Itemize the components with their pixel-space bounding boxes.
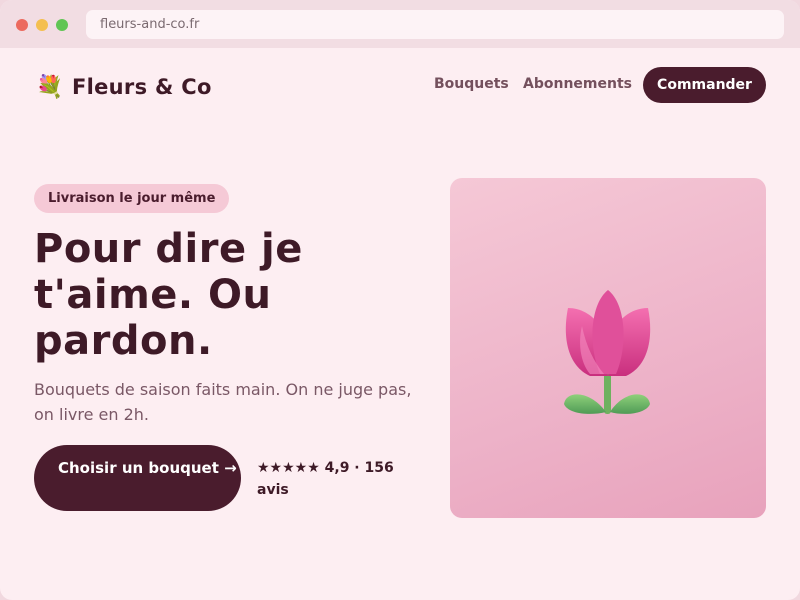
nav-link-abonnements[interactable]: Abonnements — [523, 76, 632, 92]
nav-link-bouquets[interactable]: Bouquets — [434, 76, 509, 92]
tulip-icon — [564, 290, 651, 414]
close-window-button[interactable] — [16, 19, 28, 31]
hero-title: Pour dire je t'aime. Ou pardon. — [34, 226, 303, 364]
rating-summary: ★★★★★ 4,9 · 156 avis — [257, 460, 394, 498]
hero-image-card — [450, 178, 766, 518]
bouquet-icon: 💐 — [36, 74, 64, 100]
browser-titlebar: fleurs-and-co.fr — [0, 0, 800, 48]
brand-name: Fleurs & Co — [72, 75, 212, 99]
brand-logo[interactable]: 💐 Fleurs & Co — [36, 72, 212, 102]
hero-subtitle: Bouquets de saison faits main. On ne jug… — [34, 380, 412, 424]
address-bar[interactable]: fleurs-and-co.fr — [86, 10, 784, 39]
browser-window: fleurs-and-co.fr 💐 Fleurs & Co Bouquets … — [0, 0, 800, 600]
order-button[interactable]: Commander — [643, 67, 766, 103]
maximize-window-button[interactable] — [56, 19, 68, 31]
choose-bouquet-button[interactable]: Choisir un bouquet → — [34, 445, 241, 511]
minimize-window-button[interactable] — [36, 19, 48, 31]
delivery-badge: Livraison le jour même — [34, 184, 230, 213]
